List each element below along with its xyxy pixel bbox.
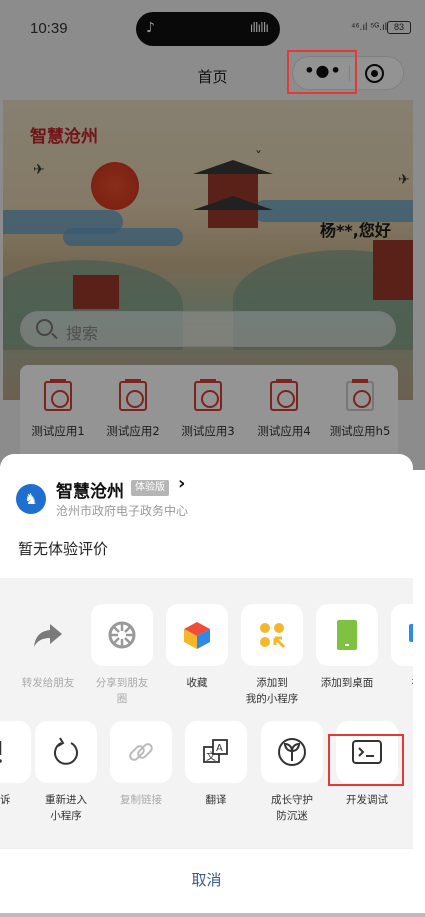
add-mini-program-icon	[241, 604, 303, 666]
svg-text:A: A	[216, 743, 223, 754]
translate-icon: A文	[185, 721, 247, 783]
action-label: 重新进入	[45, 794, 87, 806]
action-grid: 转发给朋友 分享到朋友 圈 收藏 添加到 我的小程序 添加到桌面 诉 重新进入 …	[0, 578, 413, 848]
action-label: 成长守护	[271, 794, 313, 806]
action-label-line2: 我的小程序	[245, 693, 299, 705]
open-on-pc-button[interactable]: 在电	[384, 604, 413, 691]
action-label-line2: 小程序	[50, 810, 82, 822]
link-icon	[110, 721, 172, 783]
action-label: 转发给朋友	[21, 677, 75, 689]
trial-version-badge: 体验版	[131, 480, 169, 496]
copy-link-button[interactable]: 复制链接	[103, 721, 179, 808]
add-to-desktop-icon	[316, 604, 378, 666]
add-to-my-mini-programs-button[interactable]: 添加到 我的小程序	[234, 604, 310, 707]
growth-guard-button[interactable]: 成长守护 防沉迷	[254, 721, 330, 824]
action-label: 复制链接	[120, 794, 162, 806]
share-to-friend-button[interactable]: 转发给朋友	[10, 604, 86, 691]
translate-button[interactable]: A文 翻译	[178, 721, 254, 808]
svg-text:文: 文	[206, 750, 216, 763]
action-label: 添加到	[256, 677, 288, 689]
add-to-desktop-button[interactable]: 添加到桌面	[309, 604, 385, 691]
action-label-line2: 防沉迷	[276, 810, 308, 822]
share-arrow-icon	[17, 604, 79, 666]
action-sheet: ♞ 智慧沧州 体验版 › 沧州市政府电子政务中心 暂无体验评价 转发给朋友 分享…	[0, 454, 413, 917]
highlight-debug-button	[328, 734, 404, 786]
highlight-more-button	[287, 50, 357, 94]
favorite-button[interactable]: 收藏	[159, 604, 235, 691]
modal-overlay[interactable]	[0, 0, 425, 470]
action-label: 翻译	[205, 794, 227, 806]
share-to-moments-button[interactable]: 分享到朋友 圈	[84, 604, 160, 707]
chevron-right-icon[interactable]: ›	[178, 473, 185, 494]
reload-icon	[35, 721, 97, 783]
growth-guard-icon	[261, 721, 323, 783]
action-label: 收藏	[186, 677, 208, 689]
complaint-icon	[0, 721, 31, 783]
action-label: 在电	[384, 675, 414, 691]
moments-icon	[91, 604, 153, 666]
rating-text: 暂无体验评价	[18, 540, 109, 558]
reenter-mini-program-button[interactable]: 重新进入 小程序	[28, 721, 104, 824]
mini-program-organization: 沧州市政府电子政务中心	[56, 504, 189, 518]
cancel-bar: 取消	[0, 848, 413, 917]
action-label: 添加到桌面	[320, 677, 374, 689]
action-label: 分享到朋友	[95, 677, 149, 689]
action-label: 开发调试	[346, 794, 388, 806]
open-on-pc-icon	[391, 604, 413, 666]
cancel-button[interactable]: 取消	[0, 869, 413, 890]
favorite-cube-icon	[166, 604, 228, 666]
bottom-edge	[0, 913, 425, 917]
mini-program-name[interactable]: 智慧沧州	[56, 477, 124, 502]
action-label-line2: 圈	[116, 693, 128, 705]
mini-program-logo: ♞	[16, 484, 46, 514]
